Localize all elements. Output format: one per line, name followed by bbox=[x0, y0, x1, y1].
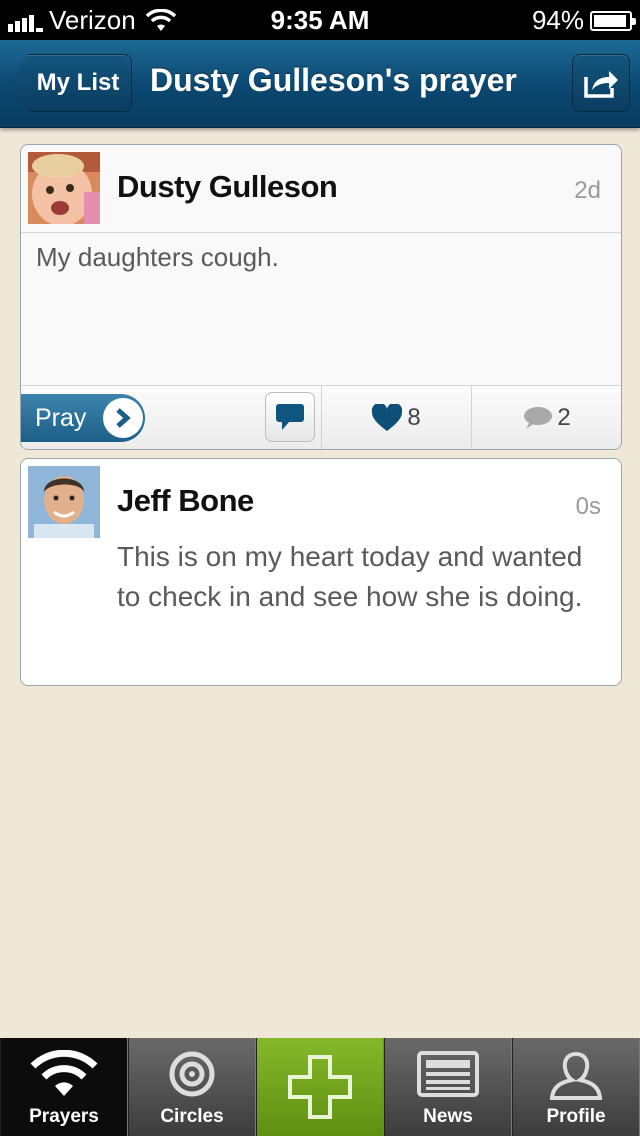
heart-icon bbox=[372, 404, 403, 431]
tab-label: News bbox=[423, 1106, 473, 1127]
divider bbox=[21, 232, 621, 233]
chevron-right-icon bbox=[103, 398, 143, 438]
author-name: Dusty Gulleson bbox=[117, 169, 338, 204]
comment-text: This is on my heart today and wanted to … bbox=[117, 541, 583, 612]
post-age: 2d bbox=[574, 177, 601, 204]
battery-group: 94% bbox=[531, 5, 636, 36]
action-bar: Pray 8 2 bbox=[21, 385, 621, 449]
wifi-icon bbox=[30, 1050, 98, 1096]
plus-icon bbox=[288, 1055, 352, 1119]
share-button[interactable] bbox=[572, 54, 630, 112]
avatar bbox=[28, 152, 100, 224]
back-button[interactable]: My List bbox=[10, 54, 132, 112]
status-bar: Verizon 9:35 AM 94% bbox=[0, 0, 640, 40]
tab-label: Prayers bbox=[29, 1106, 99, 1127]
battery-percent: 94% bbox=[531, 5, 584, 35]
tab-profile[interactable]: Profile bbox=[512, 1038, 640, 1136]
add-comment-button[interactable] bbox=[265, 392, 315, 442]
comments-button[interactable]: 2 bbox=[471, 386, 621, 449]
author-name: Jeff Bone bbox=[117, 483, 254, 518]
battery-icon bbox=[590, 10, 636, 31]
likes-count: 8 bbox=[407, 404, 421, 431]
newspaper-icon bbox=[417, 1051, 479, 1097]
tab-circles[interactable]: Circles bbox=[128, 1038, 256, 1136]
tab-bar: Prayers Circles News Profile bbox=[0, 1038, 640, 1136]
prayer-text: My daughters cough. bbox=[36, 242, 279, 272]
tab-add[interactable] bbox=[256, 1038, 384, 1136]
nav-bar: My List Dusty Gulleson's prayer bbox=[0, 40, 640, 128]
comment-card: Jeff Bone 0s This is on my heart today a… bbox=[20, 458, 622, 686]
speech-bubble-icon bbox=[524, 407, 553, 429]
post-age: 0s bbox=[575, 493, 601, 520]
person-icon bbox=[549, 1051, 603, 1100]
prayer-card: Dusty Gulleson 2d My daughters cough. Pr… bbox=[20, 144, 622, 450]
pray-button[interactable]: Pray bbox=[21, 394, 145, 442]
pray-label: Pray bbox=[35, 403, 87, 432]
tab-label: Profile bbox=[546, 1106, 606, 1127]
tab-prayers[interactable]: Prayers bbox=[0, 1038, 128, 1136]
tab-label: Circles bbox=[160, 1106, 224, 1127]
battery-fill bbox=[594, 14, 626, 27]
likes-button[interactable]: 8 bbox=[321, 386, 471, 449]
avatar bbox=[28, 466, 100, 538]
tab-news[interactable]: News bbox=[384, 1038, 512, 1136]
share-icon bbox=[584, 71, 618, 98]
page-title: Dusty Gulleson's prayer bbox=[150, 62, 517, 98]
comments-count: 2 bbox=[557, 404, 571, 431]
target-icon bbox=[169, 1051, 215, 1097]
comment-icon bbox=[276, 404, 304, 430]
